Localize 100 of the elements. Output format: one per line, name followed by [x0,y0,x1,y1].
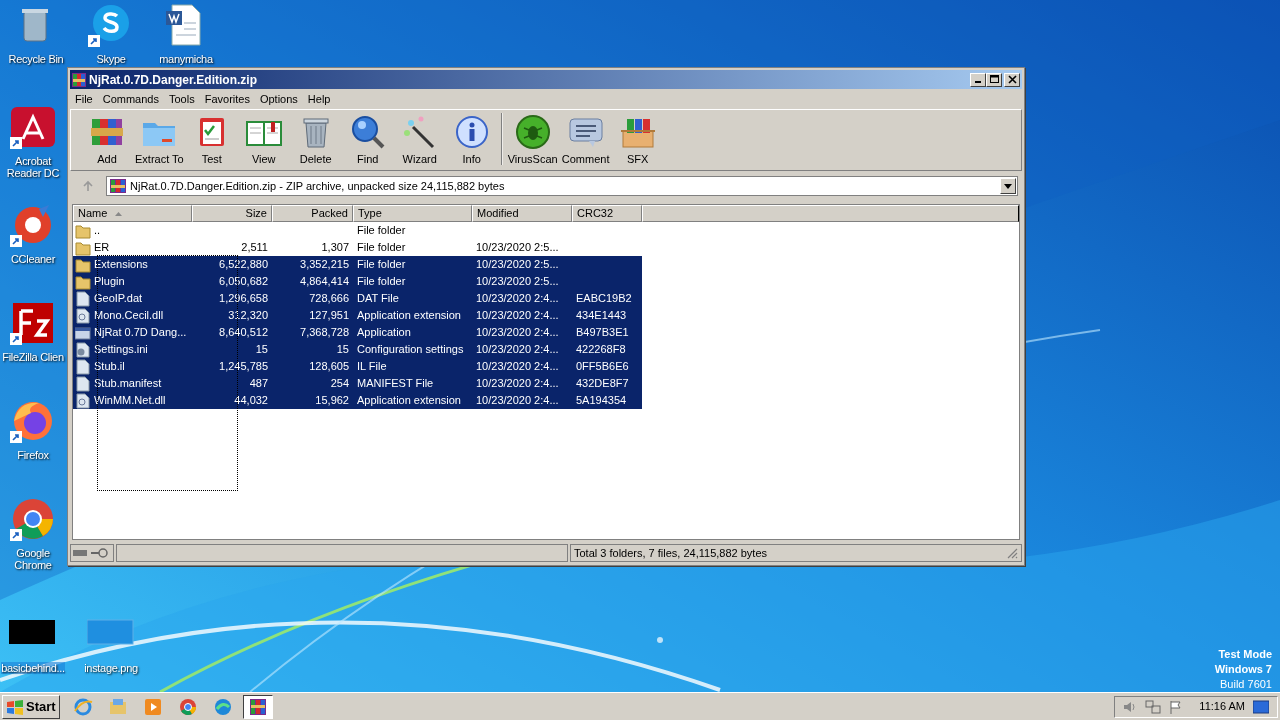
cell-text: File folder [357,240,406,256]
cell-text: 10/23/2020 2:5... [476,274,559,290]
menu-item[interactable]: File [70,90,98,108]
maximize-button[interactable] [986,72,1002,87]
cell-text: Mono.Cecil.dll [94,308,164,324]
menu-item[interactable]: Commands [97,90,164,108]
cell-text: Configuration settings [357,342,464,358]
toolbar-button[interactable]: Test [185,112,238,167]
column-header[interactable]: Name [73,205,192,222]
cell-text: 3,352,215 [300,257,349,273]
column-header[interactable]: Type [353,205,472,222]
cell-text: MANIFEST File [357,376,434,392]
file-icon [75,324,91,341]
os-notice-text: Windows 7 [1214,662,1272,677]
file-icon [75,392,91,409]
file-icon [75,341,91,358]
column-header[interactable]: Modified [472,205,572,222]
toolbar-button[interactable]: VirusScan [505,112,560,167]
file-row[interactable]: Stub.il 1,245,785 128,605 IL File 10/23/2020 2:4... 0FF5B6E6 [73,358,642,375]
desktop-icon-label[interactable]: CCleaner [10,253,56,265]
address-field[interactable]: NjRat.0.7D.Danger.Edition.zip - ZIP archive, unpacked size 24,115,882 bytes [106,176,1018,196]
file-row[interactable]: ER 2,511 1,307 File folder 10/23/2020 2:5... [73,239,642,256]
file-row[interactable]: Settings.ini 15 15 Configuration settings 10/23/2020 2:4... 422268F8 [73,341,642,358]
toolbar-button[interactable]: Delete [289,112,342,167]
toolbar-button[interactable]: Comment [559,112,612,167]
show-desktop-icon[interactable] [1253,699,1269,714]
cell-text: DAT File [357,291,399,307]
menu-item[interactable]: Help [302,90,336,108]
desktop-icon-label[interactable]: Skype [96,53,126,65]
os-notice-text: Build 7601 [1220,677,1272,692]
file-row[interactable]: Plugin 6,050,682 4,864,414 File folder 10/23/2020 2:5... [73,273,642,290]
cell-text: 10/23/2020 2:4... [476,291,559,307]
start-button[interactable]: Start [2,694,60,719]
cell-text: ER [94,240,110,256]
cell-text: 5A194354 [576,393,627,409]
folder-icon [75,222,91,239]
toolbar-button[interactable]: Wizard [393,112,446,167]
flag-icon[interactable] [1169,699,1184,714]
menu-item[interactable]: Favorites [199,90,255,108]
cell-text: Application extension [357,393,461,409]
cell-text: 434E1443 [576,308,627,324]
cell-text: 10/23/2020 2:5... [476,240,559,256]
column-header[interactable]: CRC32 [572,205,642,222]
file-row[interactable]: Mono.Cecil.dll 312,320 127,951 Application extension 10/23/2020 2:4... 434E1443 [73,307,642,324]
archive-icon [247,696,268,717]
toolbar-button[interactable]: Info [445,112,498,167]
close-icon [1007,75,1017,84]
toolbar-button[interactable]: Add [81,112,133,167]
cell-text: B497B3E1 [576,325,629,341]
app-icon [72,696,93,717]
cell-text: 128,605 [309,359,349,375]
minimize-button[interactable] [970,72,986,87]
toolbar-button[interactable]: SFX [611,112,664,167]
cell-text: File folder [357,223,406,239]
cell-text: 432DE8F7 [576,376,629,392]
cell-text: 8,640,512 [219,325,268,341]
desktop-icon-label[interactable]: Acrobat Reader DC [1,155,65,179]
file-row[interactable]: Stub.manifest 487 254 MANIFEST File 10/23/2020 2:4... 432DE8F7 [73,375,642,392]
cell-text: 1,307 [321,240,349,256]
file-row[interactable]: GeoIP.dat 1,296,658 728,666 DAT File 10/23/2020 2:4... EABC19B2 [73,290,642,307]
menu-item[interactable]: Tools [164,90,200,108]
desktop-shortcut-icon[interactable] [9,105,57,151]
column-header[interactable]: Size [192,205,272,222]
app-icon [177,696,198,717]
desktop-icon-label[interactable]: Recycle Bin [8,53,64,65]
desktop-icon-label[interactable]: FileZilla Clien [2,351,64,363]
close-button[interactable] [1004,72,1020,87]
cell-text: 10/23/2020 2:4... [476,393,559,409]
file-row[interactable]: Extensions 6,522,880 3,352,215 File folder 10/23/2020 2:5... [73,256,642,273]
file-row[interactable]: WinMM.Net.dll 44,032 15,962 Application extension 10/23/2020 2:4... 5A194354 [73,392,642,409]
file-row[interactable]: NjRat 0.7D Dang... 8,640,512 7,368,728 Application 10/23/2020 2:4... B497B3E1 [73,324,642,341]
toolbar-button[interactable]: Find [341,112,394,167]
cell-text: Settings.ini [94,342,148,358]
folder-icon [75,256,91,273]
network-icon[interactable] [1145,699,1162,714]
cell-text: Extensions [94,257,148,273]
toolbar-button[interactable]: Extract To [133,112,186,167]
toolbar-button[interactable]: View [237,112,290,167]
taskbar-app-button[interactable] [242,694,273,719]
window-title: NjRat.0.7D.Danger.Edition.zip [89,71,259,89]
cell-text: 7,368,728 [300,325,349,341]
cell-text: 254 [330,376,349,392]
dropdown-arrow-icon [1004,183,1012,189]
os-notice-text: Test Mode [1218,647,1272,662]
desktop-icon-label[interactable]: manymicha [159,53,213,65]
cell-text: NjRat 0.7D Dang... [94,325,187,341]
archive-icon [72,72,86,87]
drive-and-key-icon [73,548,111,558]
cell-text: 1,296,658 [219,291,268,307]
cell-text: 44,032 [234,393,268,409]
dropdown-button[interactable] [1000,178,1016,194]
cell-text: 10/23/2020 2:4... [476,376,559,392]
menu-item[interactable]: Options [254,90,303,108]
cell-text: 312,320 [228,308,268,324]
file-row[interactable]: .. File folder [73,222,642,239]
file-icon [75,375,91,392]
folder-icon [75,273,91,290]
column-header[interactable]: Packed [272,205,353,222]
cell-text: 728,666 [309,291,349,307]
cell-text: 2,511 [241,240,268,256]
